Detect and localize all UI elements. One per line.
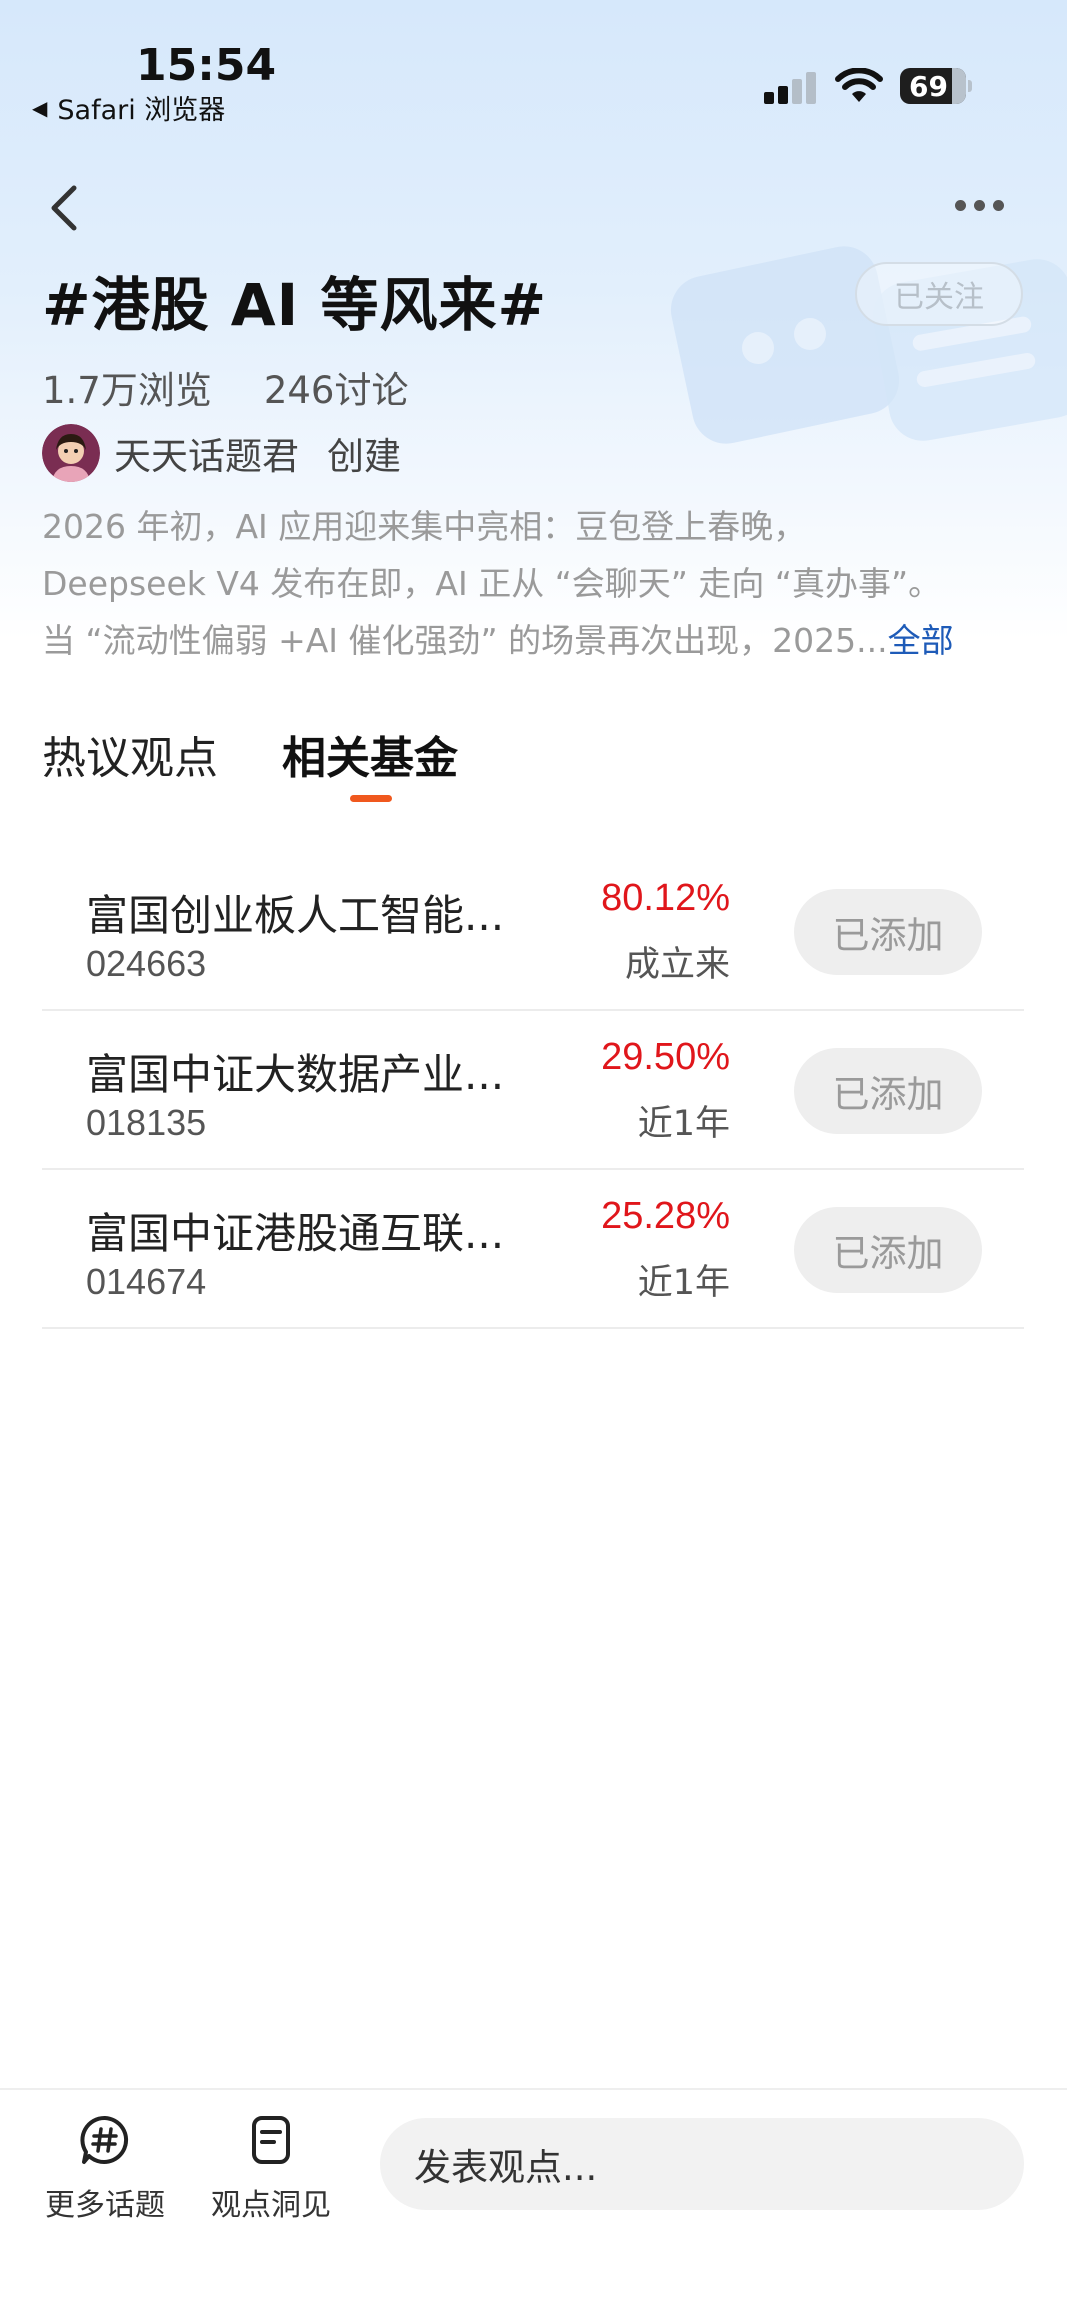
- fund-return: 80.12%: [601, 877, 730, 919]
- fund-name[interactable]: 富国中证大数据产业...: [86, 1041, 586, 1102]
- post-opinion-input[interactable]: 发表观点...: [380, 2118, 1024, 2210]
- insights-button[interactable]: 观点洞见: [208, 2114, 334, 2224]
- added-button[interactable]: 已添加: [794, 1048, 982, 1134]
- fund-name[interactable]: 富国创业板人工智能...: [86, 882, 586, 943]
- expand-all-link[interactable]: 全部: [888, 612, 954, 669]
- fund-return: 25.28%: [601, 1195, 730, 1237]
- more-topics-button[interactable]: 更多话题: [42, 2114, 168, 2224]
- status-time: 15:54: [136, 40, 277, 91]
- added-button[interactable]: 已添加: [794, 1207, 982, 1293]
- topic-description: 2026 年初，AI 应用迎来集中亮相：豆包登上春晚， Deepseek V4 …: [42, 498, 1032, 669]
- view-count: 1.7万浏览: [42, 369, 212, 412]
- back-arrow-icon[interactable]: [44, 180, 84, 236]
- creator-avatar[interactable]: [42, 424, 100, 482]
- creator-name[interactable]: 天天话题君: [114, 426, 299, 480]
- more-options-icon[interactable]: [955, 200, 1004, 211]
- added-button[interactable]: 已添加: [794, 889, 982, 975]
- creator-info[interactable]: 天天话题君 创建: [42, 424, 401, 482]
- back-app-label: Safari 浏览器: [57, 95, 226, 126]
- tab-active-indicator: [350, 795, 392, 802]
- fund-code: 014674: [86, 1261, 207, 1302]
- description-ellipsis: ...: [856, 621, 888, 660]
- tab-related-funds[interactable]: 相关基金: [282, 722, 458, 786]
- description-line: 当 “流动性偏弱 +AI 催化强劲” 的场景再次出现，2025: [42, 621, 857, 660]
- post-opinion-placeholder: 发表观点...: [414, 2146, 598, 2189]
- topic-page: 15:54 ◀ Safari 浏览器 69 #港股 AI 等风来# 已关注 1.…: [0, 0, 1067, 2319]
- cellular-signal-icon: [764, 72, 816, 104]
- hashtag-bubble-icon: [80, 2115, 129, 2164]
- insights-label: 观点洞见: [211, 2188, 331, 2223]
- back-to-app-link[interactable]: ◀ Safari 浏览器: [32, 88, 225, 127]
- creator-suffix: 创建: [327, 435, 401, 478]
- wifi-icon: [835, 68, 883, 102]
- fund-row[interactable]: 富国中证港股通互联... 014674 25.28% 近1年 已添加: [42, 1170, 1024, 1329]
- fund-row[interactable]: 富国中证大数据产业... 018135 29.50% 近1年 已添加: [42, 1011, 1024, 1170]
- tab-hot-opinions[interactable]: 热议观点: [42, 722, 218, 786]
- description-line: 2026 年初，AI 应用迎来集中亮相：豆包登上春晚，: [42, 507, 807, 546]
- follow-button[interactable]: 已关注: [855, 262, 1023, 326]
- fund-list: 富国创业板人工智能... 024663 80.12% 成立来 已添加 富国中证大…: [42, 852, 1024, 1329]
- fund-name[interactable]: 富国中证港股通互联...: [86, 1200, 586, 1261]
- fund-return-period: 成立来: [624, 945, 730, 985]
- back-triangle-icon: ◀: [32, 95, 48, 120]
- fund-row[interactable]: 富国创业板人工智能... 024663 80.12% 成立来 已添加: [42, 852, 1024, 1011]
- description-line: Deepseek V4 发布在即，AI 正从 “会聊天” 走向 “真办事”。: [42, 564, 942, 603]
- more-topics-label: 更多话题: [45, 2188, 165, 2223]
- fund-return-period: 近1年: [637, 1104, 730, 1144]
- bottom-bar: 更多话题 观点洞见 发表观点...: [0, 2088, 1067, 2319]
- fund-return: 29.50%: [601, 1036, 730, 1078]
- fund-return-period: 近1年: [637, 1263, 730, 1303]
- topic-stats: 1.7万浏览 246讨论: [42, 360, 408, 414]
- discussion-count: 246讨论: [263, 369, 409, 412]
- battery-indicator: 69: [900, 68, 972, 104]
- fund-code: 018135: [86, 1102, 207, 1143]
- document-icon: [252, 2116, 290, 2164]
- fund-code: 024663: [86, 943, 207, 984]
- battery-level: 69: [909, 69, 948, 103]
- topic-title: #港股 AI 等风来#: [42, 271, 548, 339]
